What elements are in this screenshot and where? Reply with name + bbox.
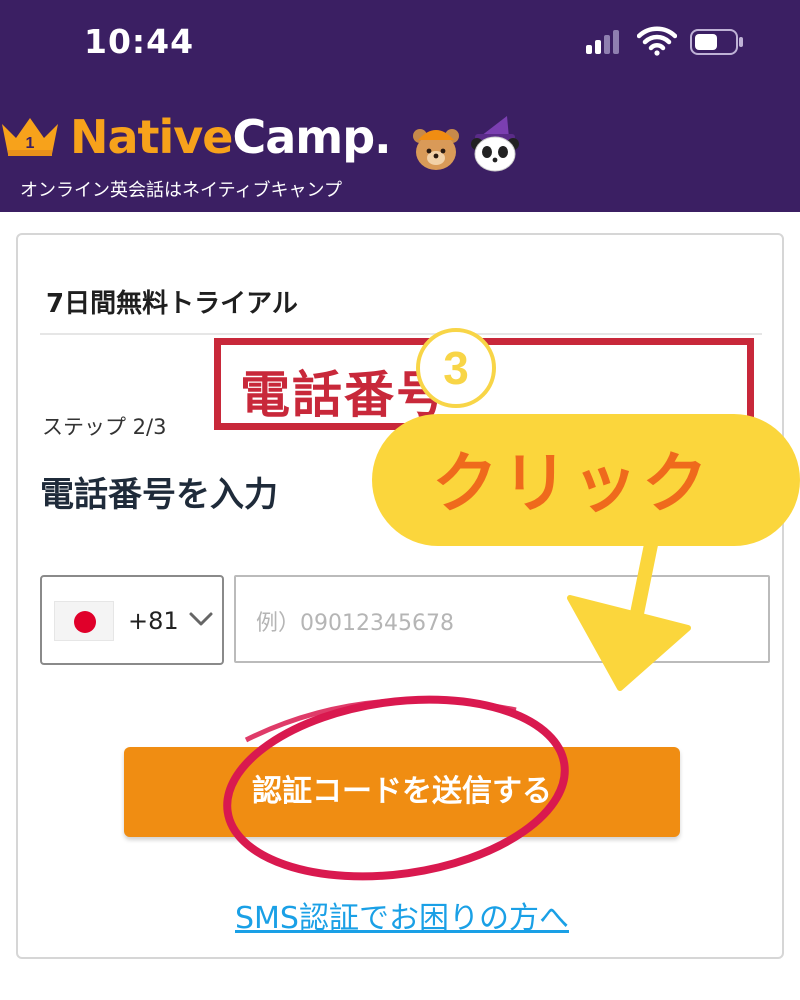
wifi-icon (637, 26, 677, 56)
phone-placeholder: 例）09012345678 (256, 611, 454, 636)
logo[interactable]: 1 NativeCamp. (0, 110, 800, 172)
crown-number: 1 (26, 135, 35, 152)
brand-name: NativeCamp. (70, 110, 392, 164)
step-number: 3 (443, 342, 469, 394)
status-bar: 10:44 (0, 0, 800, 90)
sms-help-link[interactable]: SMS認証でお困りの方へ (18, 893, 786, 937)
japan-flag-icon (54, 601, 114, 641)
chevron-down-icon (189, 612, 213, 626)
step-number-badge: 3 (416, 328, 496, 408)
step-indicator: ステップ 2/3 (42, 415, 167, 439)
crown-icon: 1 (2, 118, 58, 156)
country-dial-code: +81 (128, 607, 179, 635)
click-callout-text: クリック (432, 445, 712, 522)
panda-witch-mascot-icon (471, 116, 519, 172)
brand-name-part2: Camp. (232, 110, 391, 164)
card-title: 7日間無料トライアル (46, 289, 298, 319)
tagline: オンライン英会話はネイティブキャンプ (20, 180, 343, 201)
battery-icon (690, 29, 743, 55)
button-highlight-circle (223, 695, 569, 881)
app-header: 10:44 1 NativeCamp. オンライン英会話はネイティブキャンプ (0, 0, 800, 212)
bear-mascot-icon (413, 129, 459, 170)
country-code-select[interactable]: +81 (40, 575, 224, 665)
divider (40, 333, 762, 335)
step-heading: 電話番号を入力 (40, 475, 278, 515)
status-time: 10:44 (84, 22, 195, 61)
brand-name-part1: Native (70, 110, 233, 164)
cellular-signal-icon (586, 30, 626, 54)
arrow-down-icon (567, 520, 691, 691)
